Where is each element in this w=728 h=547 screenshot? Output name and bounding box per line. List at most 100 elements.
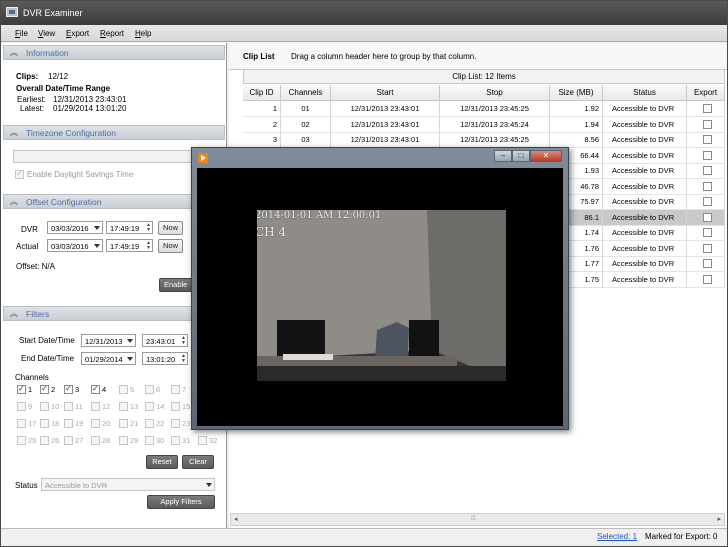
column-header-status[interactable]: Status	[603, 85, 687, 101]
actual-now-button[interactable]: Now	[158, 239, 183, 253]
channel-11-checkbox[interactable]	[64, 402, 73, 411]
end-time-spinner[interactable]: 13:01:20 ▲ ▼	[142, 352, 188, 365]
channel-3-checkbox[interactable]	[64, 384, 73, 394]
scroll-grip-icon[interactable]: ⦙⦙⦙	[471, 515, 476, 523]
channel-23-checkbox[interactable]	[171, 419, 180, 428]
start-date-picker[interactable]: 12/31/2013	[81, 334, 136, 347]
export-checkbox[interactable]	[703, 166, 712, 175]
start-time-spinner[interactable]: 23:43:01 ▲ ▼	[142, 334, 188, 347]
actual-date-picker[interactable]: 03/03/2016	[47, 239, 103, 252]
channel-22-checkbox[interactable]	[145, 419, 154, 428]
export-checkbox[interactable]	[703, 181, 712, 191]
channel-6-checkbox[interactable]	[145, 385, 154, 394]
channel-1-checkbox[interactable]	[17, 384, 26, 394]
column-header-size-mb[interactable]: Size (MB)	[550, 85, 603, 101]
column-header-stop[interactable]: Stop	[440, 85, 550, 101]
channel-21-checkbox[interactable]	[119, 419, 128, 428]
export-checkbox[interactable]	[703, 150, 712, 160]
video-screen[interactable]: 2014-01-01 AM 12:00:01 CH 4	[197, 168, 563, 426]
channel-30-checkbox[interactable]	[145, 436, 154, 445]
channel-14-checkbox[interactable]	[145, 402, 154, 411]
menu-report[interactable]: Report	[100, 29, 124, 38]
video-player-window[interactable]: – □ ✕ 2014-01-01 AM 12:00:01 CH 4	[191, 147, 569, 430]
selected-link[interactable]: Selected: 1	[597, 532, 637, 541]
channel-2-checkbox[interactable]	[40, 384, 49, 394]
information-section-header[interactable]: ︽ Information	[3, 45, 225, 60]
export-checkbox[interactable]	[703, 212, 712, 222]
column-header-start[interactable]: Start	[331, 85, 440, 101]
channel-28-checkbox[interactable]	[91, 436, 100, 445]
export-checkbox[interactable]	[703, 135, 712, 144]
export-checkbox[interactable]	[703, 259, 712, 268]
menu-view[interactable]: View	[38, 29, 55, 38]
channel-26-checkbox[interactable]	[40, 436, 49, 445]
table-row[interactable]: 3 03 12/31/2013 23:43:01 12/31/2013 23:45:2…	[243, 132, 725, 148]
scroll-right-icon[interactable]: ▸	[717, 515, 721, 523]
menu-bar: File View Export Report Help	[1, 25, 727, 42]
horizontal-scrollbar[interactable]: ◂ ⦙⦙⦙ ▸	[230, 513, 725, 526]
column-header-clip-id[interactable]: Clip ID	[243, 85, 281, 101]
section-title: Filters	[26, 309, 50, 319]
apply-filters-button[interactable]: Apply Filters	[147, 495, 215, 509]
dvr-time-spinner[interactable]: 17:49:19 ▲ ▼	[106, 221, 153, 234]
channel-27-checkbox[interactable]	[64, 436, 73, 445]
channel-23-label: 23	[182, 419, 191, 428]
channel-13-label: 13	[130, 402, 139, 411]
channel-4-checkbox[interactable]	[91, 384, 100, 394]
channel-5-checkbox[interactable]	[119, 385, 128, 394]
collapse-icon[interactable]: ︽	[9, 197, 19, 207]
dvr-date-picker[interactable]: 03/03/2016	[47, 221, 103, 234]
enable-offset-button[interactable]: Enable	[159, 278, 193, 292]
menu-help[interactable]: Help	[135, 29, 151, 38]
reset-button[interactable]: Reset	[146, 455, 178, 469]
spin-down-icon[interactable]: ▼	[146, 228, 151, 233]
collapse-icon[interactable]: ︽	[9, 309, 19, 319]
export-checkbox[interactable]	[703, 274, 712, 284]
channel-26-label: 26	[51, 436, 60, 445]
export-checkbox[interactable]	[703, 228, 712, 237]
channel-20-checkbox[interactable]	[91, 419, 100, 428]
channel-15-checkbox[interactable]	[171, 402, 180, 411]
spin-down-icon[interactable]: ▼	[146, 246, 151, 251]
channel-29-checkbox[interactable]	[119, 436, 128, 445]
spin-down-icon[interactable]: ▼	[181, 359, 186, 364]
channel-32-checkbox[interactable]	[198, 436, 207, 445]
scroll-left-icon[interactable]: ◂	[234, 515, 238, 523]
status-select[interactable]: Accessible to DVR	[41, 478, 215, 491]
clear-button[interactable]: Clear	[182, 455, 214, 469]
table-row[interactable]: 1 01 12/31/2013 23:43:01 12/31/2013 23:45:2…	[243, 101, 725, 117]
maximize-button[interactable]: □	[512, 150, 530, 162]
channel-17-checkbox[interactable]	[17, 419, 26, 428]
end-date-picker[interactable]: 01/29/2014	[81, 352, 136, 365]
export-checkbox[interactable]	[703, 197, 712, 206]
collapse-icon[interactable]: ︽	[9, 48, 19, 58]
channel-18-checkbox[interactable]	[40, 419, 49, 428]
table-row[interactable]: 2 02 12/31/2013 23:43:01 12/31/2013 23:45:2…	[243, 116, 725, 133]
channel-10-checkbox[interactable]	[40, 402, 49, 411]
close-button[interactable]: ✕	[530, 150, 562, 162]
dst-checkbox[interactable]	[15, 169, 24, 179]
channel-12-checkbox[interactable]	[91, 402, 100, 411]
menu-export[interactable]: Export	[66, 29, 89, 38]
clip-list-tab[interactable]: Clip List	[243, 52, 275, 61]
channel-19-checkbox[interactable]	[64, 419, 73, 428]
spin-down-icon[interactable]: ▼	[181, 341, 186, 346]
collapse-icon[interactable]: ︽	[9, 128, 19, 138]
actual-time-spinner[interactable]: 17:49:19 ▲ ▼	[106, 239, 153, 252]
dvr-now-button[interactable]: Now	[158, 221, 183, 235]
timezone-select[interactable]	[13, 150, 198, 163]
channel-9-checkbox[interactable]	[17, 402, 26, 411]
export-checkbox[interactable]	[703, 119, 712, 129]
channel-7-checkbox[interactable]	[171, 385, 180, 394]
channel-31-checkbox[interactable]	[171, 436, 180, 445]
timezone-section-header[interactable]: ︽ Timezone Configuration	[3, 125, 225, 140]
column-header-export[interactable]: Export	[687, 85, 725, 101]
column-header-channels[interactable]: Channels	[281, 85, 331, 101]
menu-file[interactable]: File	[15, 29, 28, 38]
channel-25-checkbox[interactable]	[17, 436, 26, 445]
minimize-button[interactable]: –	[494, 150, 512, 162]
export-checkbox[interactable]	[703, 243, 712, 253]
export-checkbox[interactable]	[703, 104, 712, 113]
title-bar[interactable]: DVR Examiner	[1, 1, 727, 25]
channel-13-checkbox[interactable]	[119, 402, 128, 411]
